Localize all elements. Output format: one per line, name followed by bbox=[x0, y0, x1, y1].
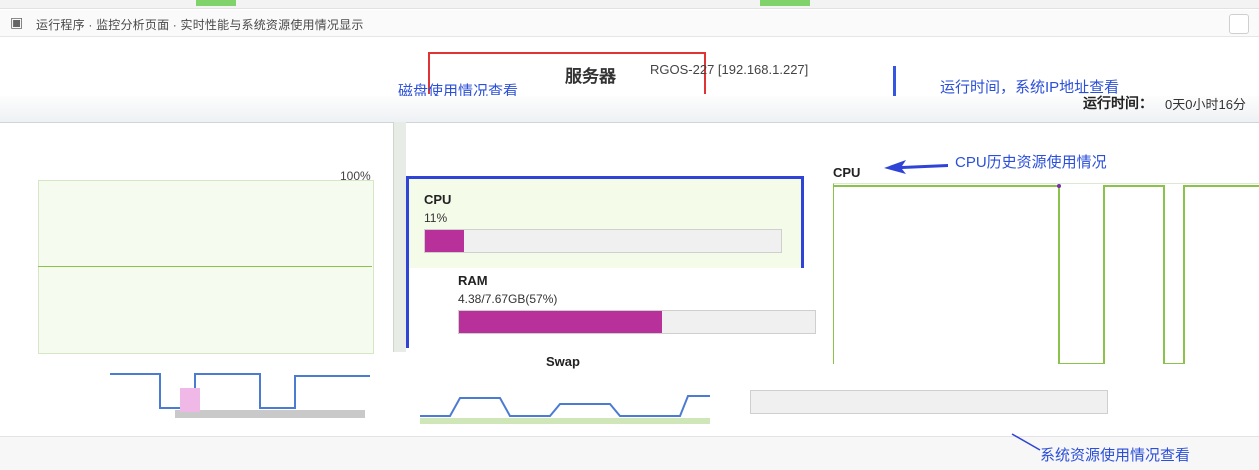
ram-value: 4.38/7.67GB(57%) bbox=[458, 292, 558, 306]
splitter-handle[interactable] bbox=[393, 122, 406, 352]
top-strip bbox=[0, 0, 1259, 9]
server-info[interactable]: RGOS-227 [192.168.1.227] bbox=[650, 62, 808, 77]
usage-history-chart bbox=[38, 180, 374, 354]
ram-progress-fill bbox=[459, 311, 662, 333]
server-label: 服务器 bbox=[565, 67, 616, 86]
status-pill bbox=[196, 0, 236, 6]
annotation-arrow-icon bbox=[1011, 433, 1041, 451]
cpu-history-annotation: CPU历史资源使用情况 bbox=[955, 154, 1107, 171]
app-icon: ▣ bbox=[10, 14, 24, 30]
swap-progress-track bbox=[750, 390, 1108, 414]
cpu-value: 11% bbox=[424, 211, 448, 225]
cpu-progress-fill bbox=[425, 230, 465, 252]
cpu-usage-panel bbox=[406, 176, 804, 274]
uptime-label: 运行时间： bbox=[1083, 95, 1153, 111]
cpu-title: CPU bbox=[424, 192, 452, 207]
chart-gridline bbox=[38, 266, 372, 267]
cpu-history-plot bbox=[834, 184, 1259, 365]
ram-progress-track bbox=[458, 310, 816, 334]
status-pill bbox=[760, 0, 810, 6]
header-band bbox=[0, 96, 1259, 123]
swap-title: Swap bbox=[546, 354, 580, 369]
system-resources-annotation: 系统资源使用情况查看 bbox=[1040, 447, 1191, 464]
window-menu-button[interactable] bbox=[1229, 14, 1249, 34]
ram-title: RAM bbox=[458, 273, 488, 288]
annotation-arrow-icon bbox=[884, 160, 948, 174]
cpu-history-chart bbox=[833, 183, 1259, 365]
chart-max-label: 100% bbox=[340, 169, 371, 183]
uptime-value: 0天0小时16分 bbox=[1165, 97, 1246, 112]
disk-io-chart bbox=[110, 373, 370, 418]
annotation-marker bbox=[893, 66, 896, 96]
network-chart bbox=[420, 395, 710, 424]
cpu-progress-track bbox=[424, 229, 782, 253]
window-title: 运行程序 · 监控分析页面 · 实时性能与系统资源使用情况显示 bbox=[36, 18, 364, 32]
cpu-history-title: CPU bbox=[833, 165, 861, 180]
